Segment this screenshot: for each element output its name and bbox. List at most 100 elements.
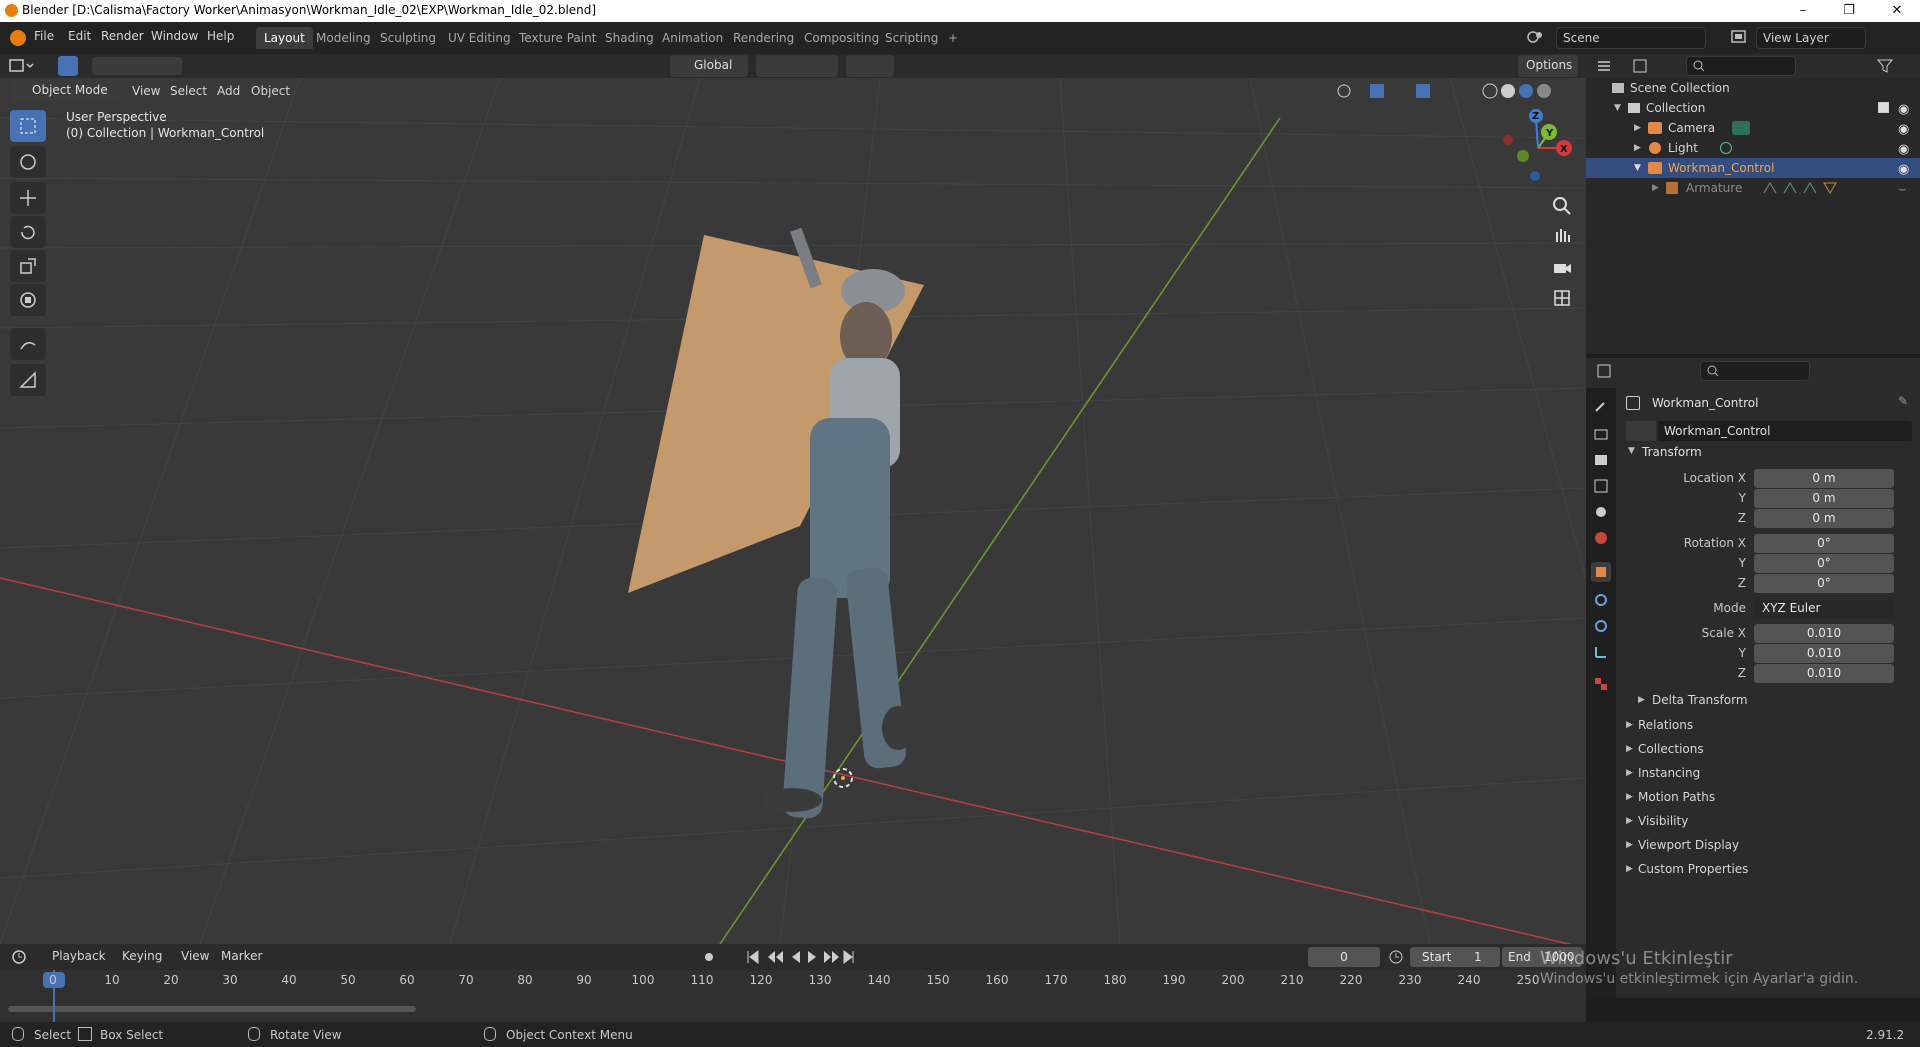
rotation-z-field[interactable]: 0° (1754, 574, 1894, 593)
viewport-menu-select[interactable]: Select (170, 84, 207, 98)
tool-annotate[interactable] (10, 328, 46, 360)
tool-transform[interactable] (10, 284, 46, 316)
select-mode-icon[interactable] (58, 56, 78, 76)
menu-file[interactable]: File (34, 29, 54, 43)
camera-view-icon[interactable] (1548, 254, 1576, 282)
tab-sculpting[interactable]: Sculpting (372, 27, 444, 49)
tool-measure[interactable] (10, 364, 46, 396)
eye-icon[interactable]: ◉ (1898, 120, 1909, 140)
pan-hand-icon[interactable] (1548, 222, 1576, 250)
3d-viewport[interactable]: User Perspective (0) Collection | Workma… (0, 78, 1586, 944)
rotation-y-field[interactable]: 0° (1754, 554, 1894, 573)
tool-tab-icon[interactable] (1591, 396, 1611, 416)
proportional-edit-icon[interactable] (846, 55, 894, 77)
transform-orientation[interactable]: Global (670, 55, 748, 77)
display-mode-icon[interactable] (1632, 58, 1658, 74)
hidden-eye-icon[interactable]: ⌣ (1898, 180, 1907, 200)
tab-layout[interactable]: Layout (256, 27, 313, 49)
expand-arrow-icon[interactable]: ▶ (1626, 816, 1633, 826)
expand-arrow-icon[interactable]: ▼ (1614, 98, 1621, 118)
constraints-tab-icon[interactable] (1591, 642, 1611, 662)
location-z-field[interactable]: 0 m (1754, 509, 1894, 528)
grid-perspective-icon[interactable] (1548, 284, 1576, 312)
eye-icon[interactable]: ◉ (1898, 140, 1909, 160)
timeline-menu-marker[interactable]: Marker (221, 949, 262, 963)
tab-shading[interactable]: Shading (597, 27, 662, 49)
tab-texture-paint[interactable]: Texture Paint (511, 27, 604, 49)
timeline-menu-view[interactable]: View (181, 949, 209, 963)
start-frame-field[interactable]: Start 1 (1410, 947, 1500, 967)
menu-edit[interactable]: Edit (68, 29, 91, 43)
eye-icon[interactable]: ◉ (1898, 160, 1909, 180)
tool-move[interactable] (10, 182, 46, 214)
timeline-editor-type-icon[interactable] (10, 948, 40, 966)
menu-render[interactable]: Render (101, 29, 144, 43)
texture-tab-icon[interactable] (1591, 674, 1611, 694)
timeline-track[interactable]: 0 10 20 30 40 50 60 70 80 90 100 110 120 130 140 150 160… (0, 970, 1586, 1022)
timeline-scrollbar[interactable] (8, 1006, 416, 1012)
viewport-shading-buttons[interactable] (1330, 80, 1580, 102)
output-tab-icon[interactable] (1591, 450, 1611, 470)
outliner-row-light[interactable]: ▶ Light ◉ (1586, 138, 1920, 158)
armature-modifier-icons[interactable] (1762, 181, 1842, 195)
menu-window[interactable]: Window (151, 29, 198, 43)
playback-controls[interactable] (746, 948, 856, 966)
select-mode-buttons[interactable] (92, 57, 182, 75)
viewport-menu-object[interactable]: Object (251, 84, 290, 98)
expand-arrow-icon[interactable]: ▶ (1626, 744, 1633, 754)
tool-cursor[interactable] (10, 146, 46, 178)
mode-dropdown[interactable]: Object Mode (12, 80, 120, 102)
tool-select-box[interactable] (10, 110, 46, 142)
view-layer-tab-icon[interactable] (1591, 476, 1611, 496)
outliner-editor-type-icon[interactable] (1596, 58, 1624, 74)
outliner-row-workman-control[interactable]: ▼ Workman_Control ◉ (1586, 158, 1920, 178)
snap-icon[interactable] (790, 55, 838, 77)
expand-arrow-icon[interactable]: ▶ (1634, 138, 1641, 158)
outliner-row-camera[interactable]: ▶ Camera ◉ (1586, 118, 1920, 138)
options-dropdown[interactable]: Options (1518, 55, 1578, 77)
world-tab-icon[interactable] (1591, 528, 1611, 548)
filter-icon[interactable] (1876, 58, 1896, 74)
timeline-menu-keying[interactable]: Keying (122, 949, 162, 963)
blender-menu-icon[interactable] (10, 30, 26, 46)
timeline-menu-playback[interactable]: Playback (52, 949, 106, 963)
tab-uv-editing[interactable]: UV Editing (440, 27, 519, 49)
outliner-row-scene-collection[interactable]: Scene Collection (1586, 78, 1920, 98)
tool-rotate[interactable] (10, 216, 46, 248)
viewport-menu-add[interactable]: Add (217, 84, 240, 98)
outliner-row-armature[interactable]: ▶ Armature ⌣ (1586, 178, 1920, 198)
expand-arrow-icon[interactable]: ▶ (1626, 720, 1633, 730)
record-icon[interactable] (700, 948, 718, 966)
scale-x-field[interactable]: 0.010 (1754, 624, 1894, 643)
rotation-mode-dropdown[interactable]: XYZ Euler (1754, 599, 1894, 618)
motion-paths-panel-header[interactable]: Motion Paths (1638, 790, 1715, 804)
delta-transform-header[interactable]: Delta Transform (1652, 693, 1748, 707)
render-tab-icon[interactable] (1591, 424, 1611, 444)
collections-panel-header[interactable]: Collections (1638, 742, 1704, 756)
scale-y-field[interactable]: 0.010 (1754, 644, 1894, 663)
zoom-icon[interactable] (1548, 192, 1576, 220)
expand-arrow-icon[interactable]: ▼ (1634, 158, 1641, 178)
relations-panel-header[interactable]: Relations (1638, 718, 1693, 732)
expand-arrow-icon[interactable]: ▶ (1634, 118, 1641, 138)
tab-modeling[interactable]: Modeling (308, 27, 379, 49)
viewport-display-panel-header[interactable]: Viewport Display (1638, 838, 1739, 852)
properties-editor-type-icon[interactable] (1596, 363, 1624, 379)
tool-scale[interactable] (10, 250, 46, 282)
viewport-menu-view[interactable]: View (132, 84, 160, 98)
expand-arrow-icon[interactable]: ▶ (1626, 768, 1633, 778)
tab-animation[interactable]: Animation (654, 27, 731, 49)
expand-arrow-icon[interactable]: ▶ (1626, 840, 1633, 850)
instancing-panel-header[interactable]: Instancing (1638, 766, 1700, 780)
transform-panel-header[interactable]: Transform (1642, 445, 1702, 459)
tab-rendering[interactable]: Rendering (725, 27, 802, 49)
outliner-search-input[interactable] (1686, 56, 1796, 76)
object-browse-button[interactable] (1626, 421, 1656, 441)
outliner-row-collection[interactable]: ▼ Collection ◉ (1586, 98, 1920, 118)
light-data-icon[interactable] (1720, 142, 1732, 154)
scene-selector[interactable]: Scene (1556, 27, 1706, 49)
view-layer-selector[interactable]: View Layer (1756, 27, 1866, 49)
menu-help[interactable]: Help (207, 29, 234, 43)
collapse-arrow-icon[interactable]: ▼ (1628, 446, 1635, 456)
physics-tab-icon[interactable] (1591, 616, 1611, 636)
